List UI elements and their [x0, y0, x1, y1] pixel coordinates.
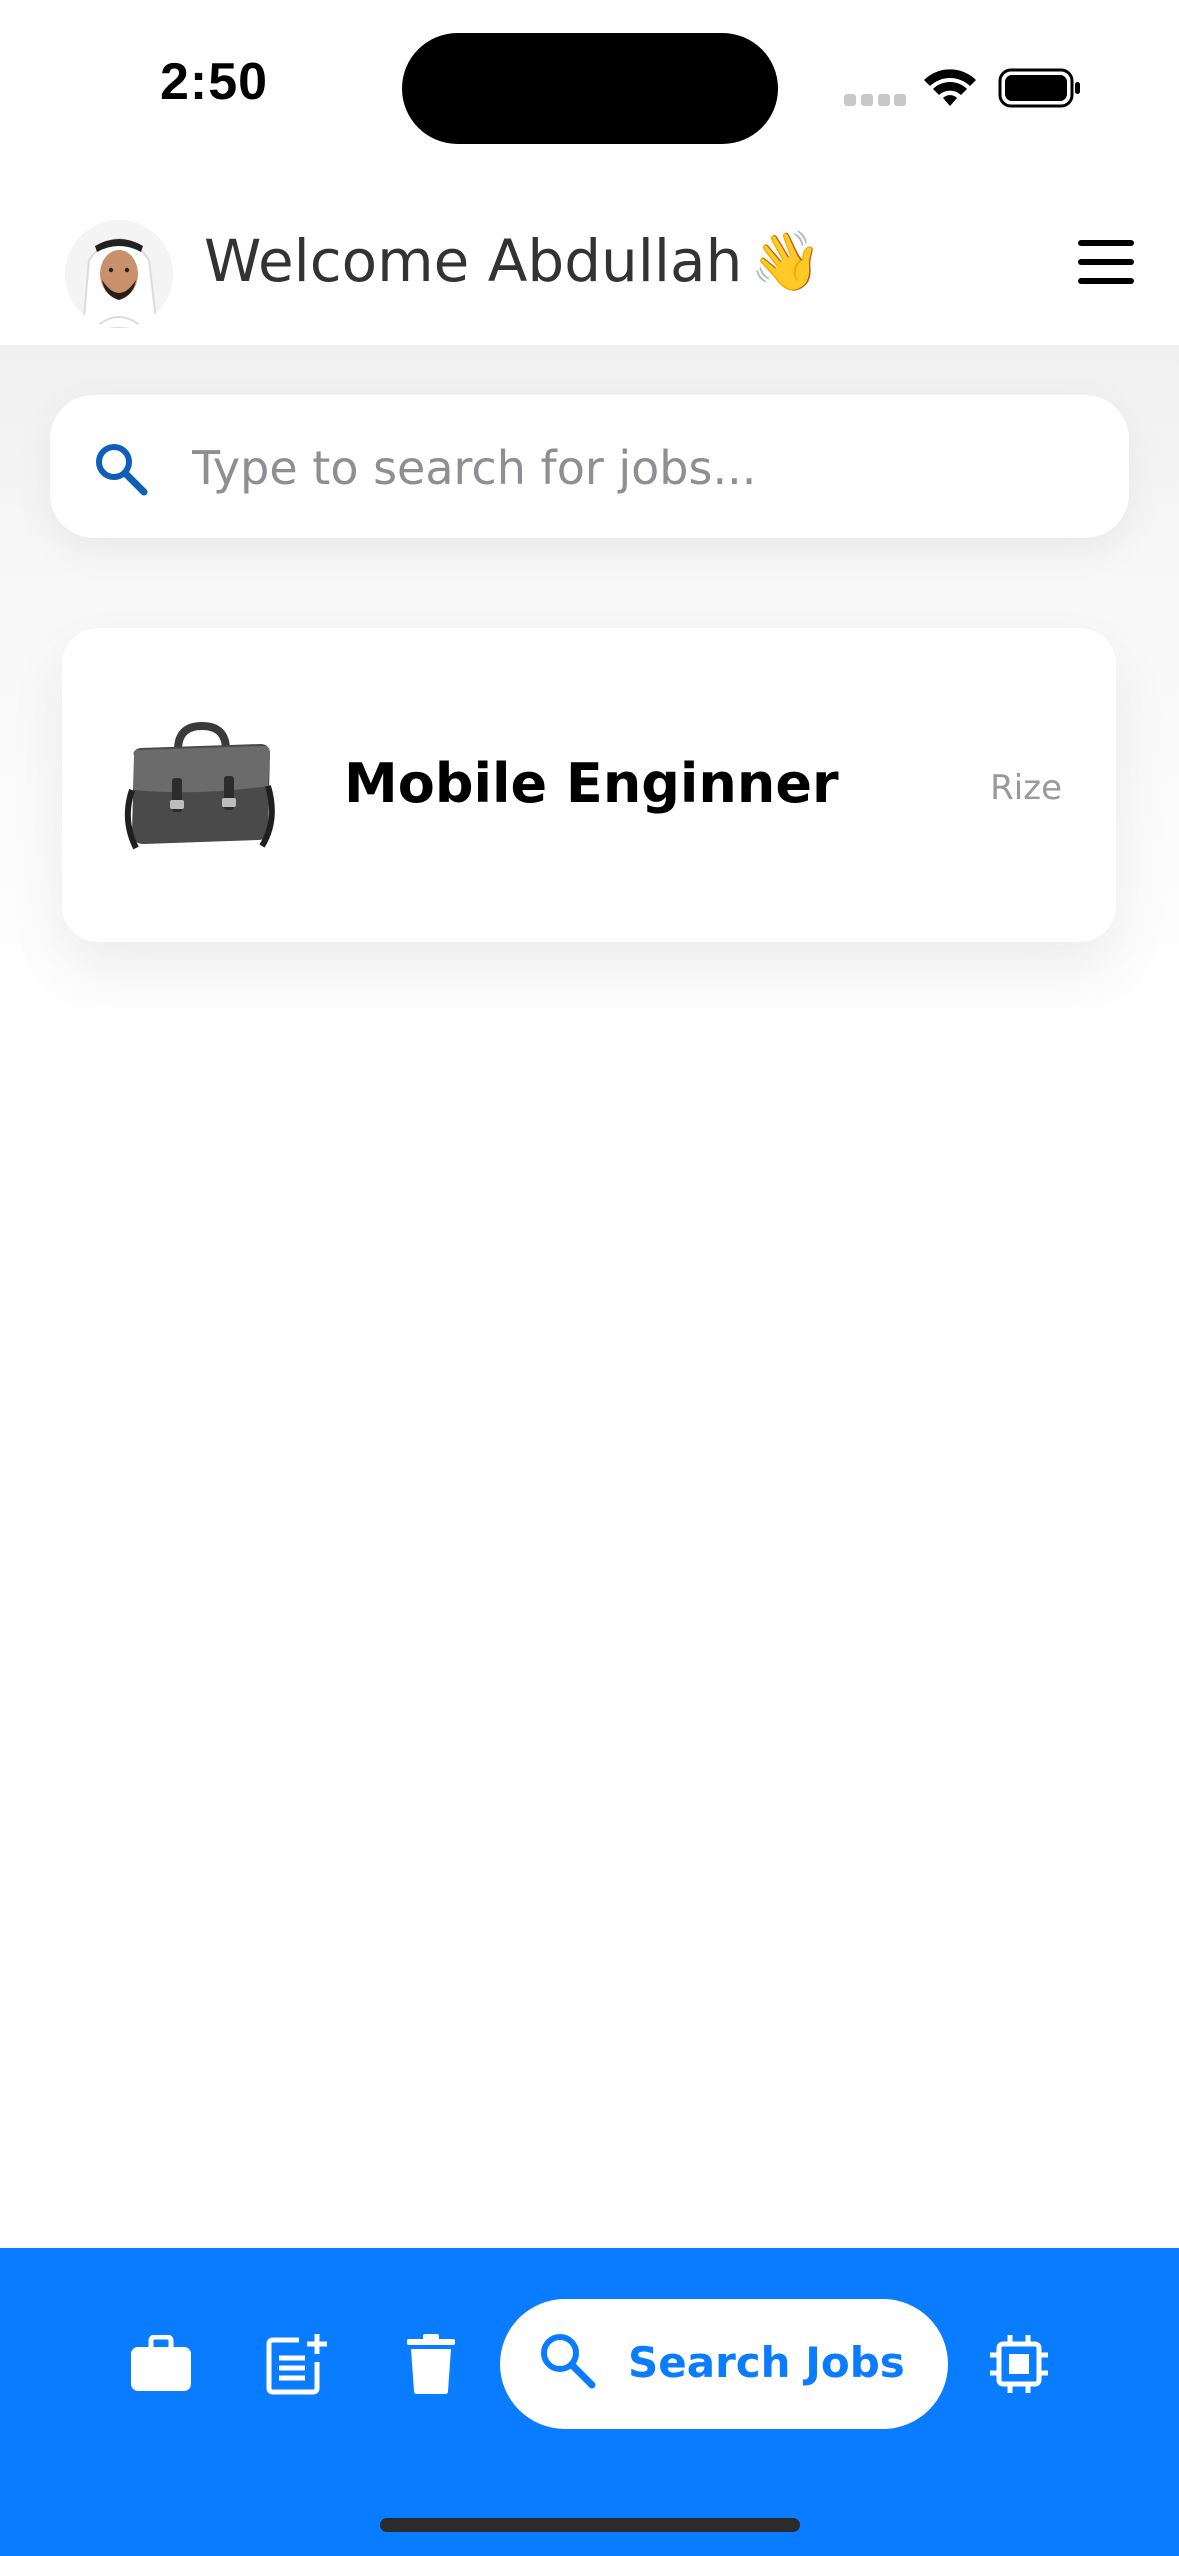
- cellular-signal-icon: [844, 94, 906, 108]
- dynamic-island: [402, 33, 778, 144]
- trash-icon: [407, 2334, 455, 2394]
- job-company: Rize: [990, 768, 1062, 808]
- welcome-heading: Welcome Abdullah 👋: [204, 227, 823, 296]
- tab-search-jobs-label: Search Jobs: [628, 2338, 905, 2387]
- chip-icon: [990, 2335, 1048, 2393]
- hamburger-menu-icon[interactable]: [1078, 240, 1134, 284]
- battery-icon: [998, 68, 1080, 108]
- wifi-icon: [924, 69, 976, 106]
- user-avatar[interactable]: [65, 220, 173, 328]
- waving-hand-icon: 👋: [750, 227, 823, 295]
- avatar-portrait-image: [65, 220, 173, 328]
- welcome-text: Welcome Abdullah: [204, 227, 743, 295]
- tab-trash[interactable]: [396, 2329, 466, 2399]
- search-icon: [541, 2334, 596, 2389]
- tab-briefcase[interactable]: [126, 2329, 196, 2399]
- search-icon: [96, 444, 148, 496]
- tab-post-add[interactable]: [262, 2329, 332, 2399]
- status-time: 2:50: [160, 53, 269, 111]
- search-input[interactable]: [192, 420, 1072, 515]
- briefcase-bag-image: [124, 721, 275, 850]
- briefcase-icon: [131, 2335, 191, 2391]
- home-indicator: [380, 2518, 800, 2532]
- job-title: Mobile Enginner: [344, 752, 839, 815]
- tab-chip[interactable]: [984, 2329, 1054, 2399]
- post-add-icon: [266, 2334, 327, 2395]
